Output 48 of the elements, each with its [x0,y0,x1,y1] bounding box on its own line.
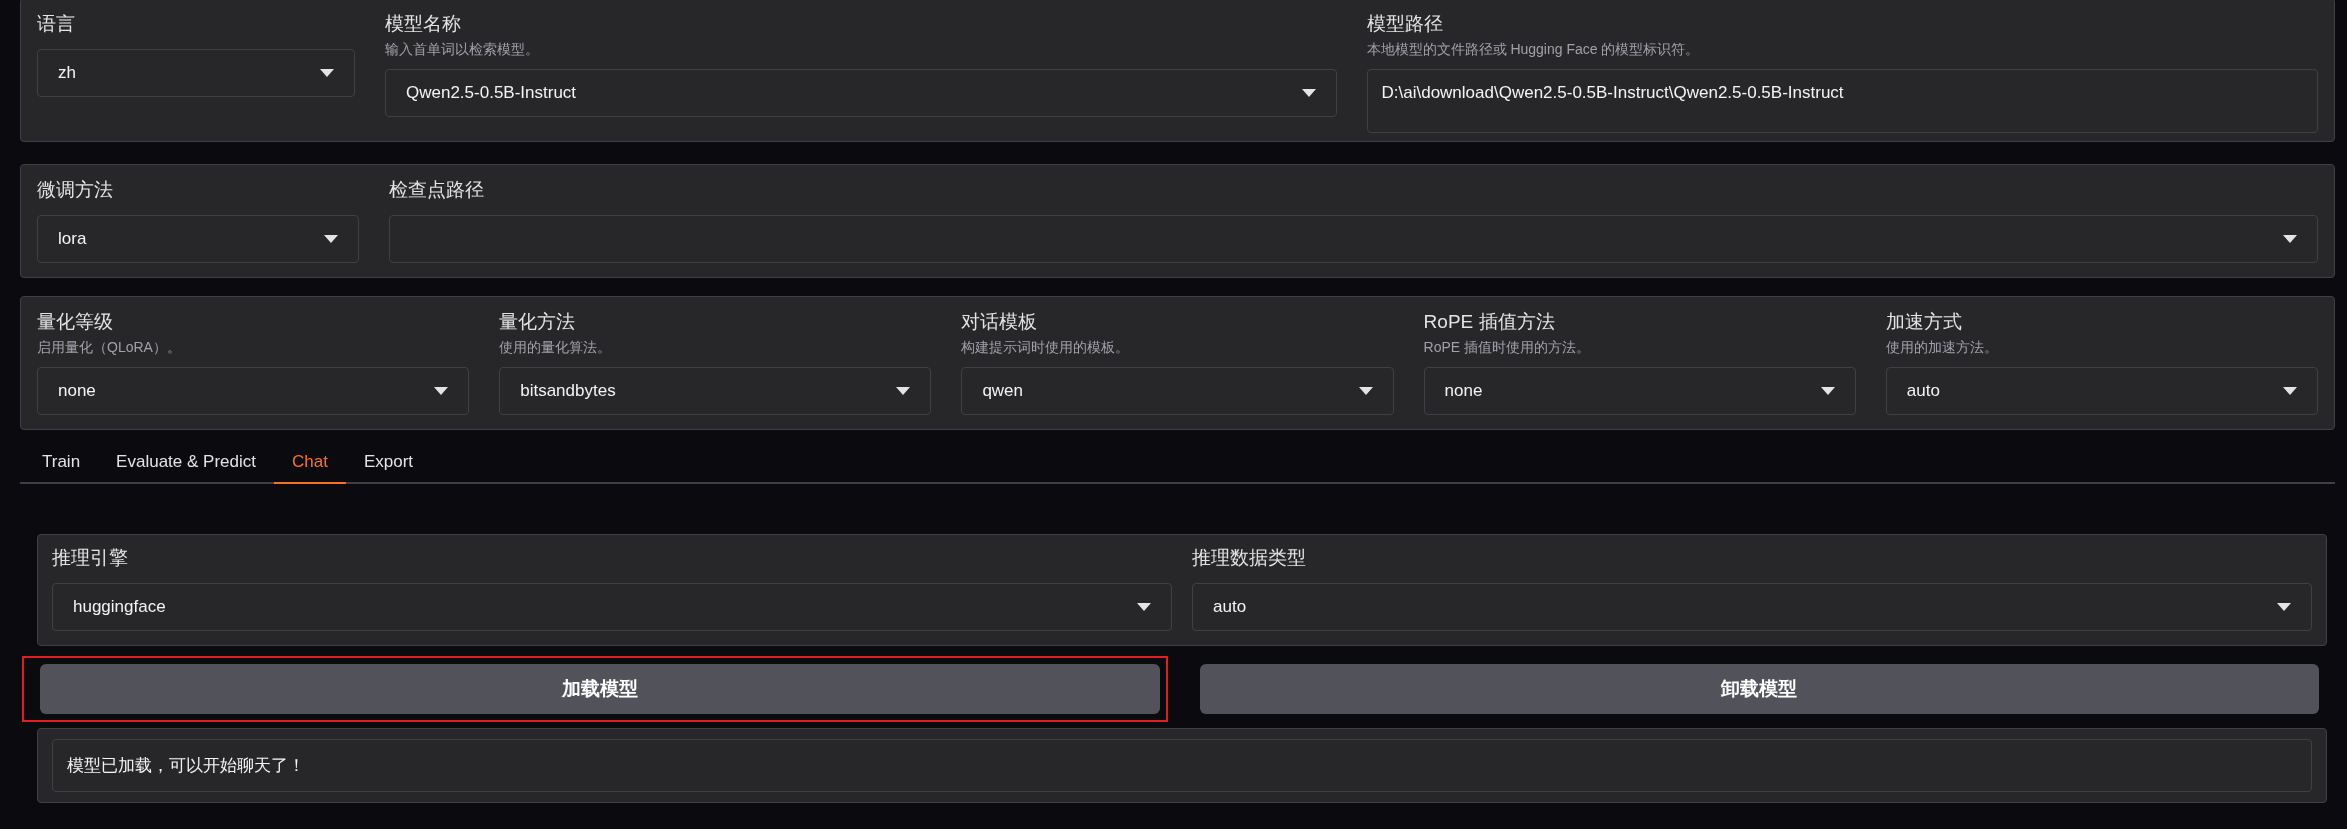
dropdown[interactable]: none [1423,367,1856,415]
field-hint: 输入首单词以检索模型。 [385,41,540,59]
dropdown-caret-icon [320,69,334,77]
field-label: RoPE 插值方法 [1423,310,1556,334]
dropdown-caret-icon [896,387,911,395]
dropdown[interactable]: qwen [961,367,1394,415]
field-hint: 本地模型的文件路径或 Hugging Face 的模型标识符。 [1366,41,1701,59]
field-label: 加速方式 [1885,310,1963,334]
tab[interactable]: Chat [273,444,346,484]
tab[interactable]: Export [345,444,432,484]
dropdown[interactable] [389,215,2318,263]
tab[interactable]: Evaluate & Predict [98,444,274,484]
field-hint: 使用的加速方法。 [1885,339,1999,357]
field-hint: 启用量化（QLoRA）。 [37,339,182,357]
dropdown[interactable]: bitsandbytes [499,367,932,415]
field-label: 对话模板 [961,310,1039,334]
action-button[interactable]: 卸载模型 [1199,664,2319,714]
field-label: 模型名称 [385,12,462,36]
field-label: 模型路径 [1366,12,1444,36]
field-label: 语言 [37,12,76,36]
dropdown-caret-icon [1820,387,1835,395]
dropdown-caret-icon [2277,603,2291,611]
dropdown[interactable]: Qwen2.5-0.5B-Instruct [385,69,1337,117]
field-label: 量化方法 [499,310,577,334]
dropdown[interactable]: lora [37,215,359,263]
dropdown[interactable]: huggingface [52,583,1172,631]
dropdown-caret-icon [1301,89,1316,97]
field-hint: 使用的量化算法。 [499,339,613,357]
dropdown-caret-icon [2283,387,2297,395]
field-label: 推理引擎 [52,546,129,570]
field-label: 量化等级 [37,310,114,334]
tab[interactable]: Train [24,444,99,484]
text-field[interactable]: D:\ai\download\Qwen2.5-0.5B-Instruct\Qwen2.5-0.5B-Instruct [1366,69,2318,133]
field-label: 微调方法 [37,178,114,202]
field-hint: RoPE 插值时使用的方法。 [1423,339,1592,357]
dropdown[interactable]: auto [1192,583,2312,631]
field-label: 检查点路径 [389,178,485,202]
field-hint: 构建提示词时使用的模板。 [961,339,1131,357]
dropdown-caret-icon [1358,387,1373,395]
dropdown-caret-icon [434,387,449,395]
dropdown[interactable]: auto [1885,367,2318,415]
dropdown-caret-icon [324,235,338,243]
dropdown[interactable]: zh [37,49,355,97]
action-button[interactable]: 加载模型 [40,664,1160,714]
dropdown-caret-icon [2283,235,2297,243]
field-label: 推理数据类型 [1192,546,1307,570]
dropdown[interactable]: none [37,367,470,415]
dropdown-caret-icon [1137,603,1151,611]
